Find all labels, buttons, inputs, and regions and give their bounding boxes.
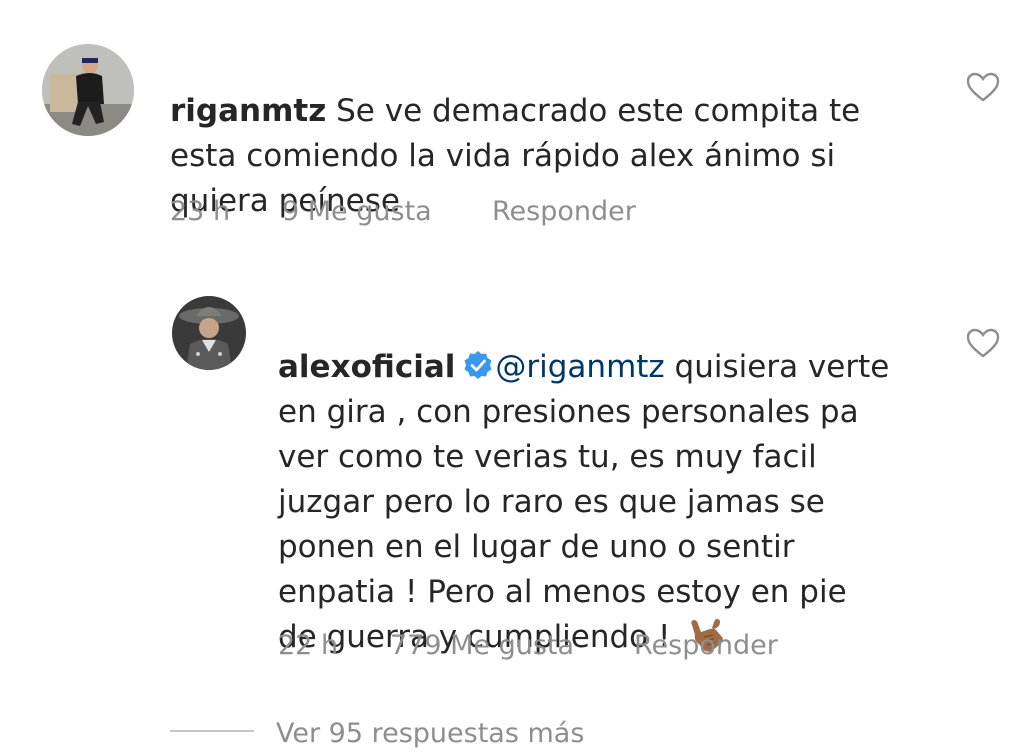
comment-time: 22 h [278, 630, 339, 661]
comment-riganmtz: riganmtz Se ve demacrado este compita te… [0, 0, 1024, 250]
comment-likes[interactable]: 9 Me gusta [282, 196, 432, 227]
avatar[interactable] [42, 44, 134, 136]
comment-likes[interactable]: 779 Me gusta [390, 630, 574, 661]
comment-body-line: esta comiendo la vida rápido alex ánimo … [170, 138, 836, 174]
comment-body-line: ponen en el lugar de uno o sentir [278, 529, 795, 565]
heart-outline-icon[interactable] [966, 72, 1000, 102]
mention-link[interactable]: @riganmtz [495, 349, 664, 385]
verified-badge-icon [464, 351, 492, 379]
user-photo-icon [172, 296, 246, 370]
comment-alexoficial: alexoficial @riganmtz quisiera verte en gi… [0, 280, 1024, 680]
comment-body-line: ver como te verias tu, es muy facil [278, 439, 817, 475]
user-photo-icon [42, 44, 134, 136]
view-more-replies[interactable]: Ver 95 respuestas más [170, 712, 770, 752]
comments-thread: riganmtz Se ve demacrado este compita te… [0, 0, 1024, 752]
comment-body-line: quisiera verte [664, 349, 890, 385]
comment-meta: 22 h 779 Me gusta Responder [278, 630, 978, 664]
comment-text: alexoficial @riganmtz quisiera verte en gi… [278, 300, 958, 660]
view-more-replies-label[interactable]: Ver 95 respuestas más [276, 718, 584, 749]
avatar[interactable] [172, 296, 246, 370]
comment-username[interactable]: alexoficial [278, 349, 455, 385]
reply-button[interactable]: Responder [492, 196, 636, 227]
comment-body-line: Se ve demacrado este compita te [326, 93, 861, 129]
comment-meta: 23 h 9 Me gusta Responder [170, 196, 870, 230]
comment-username[interactable]: riganmtz [170, 93, 326, 129]
comment-time: 23 h [170, 196, 231, 227]
divider-line [170, 730, 254, 732]
reply-button[interactable]: Responder [634, 630, 778, 661]
heart-outline-icon[interactable] [966, 328, 1000, 358]
comment-body-line: juzgar pero lo raro es que jamas se [278, 484, 825, 520]
comment-body-line: en gira , con presiones personales pa [278, 394, 859, 430]
comment-body-line: enpatia ! Pero al menos estoy en pie [278, 574, 847, 610]
